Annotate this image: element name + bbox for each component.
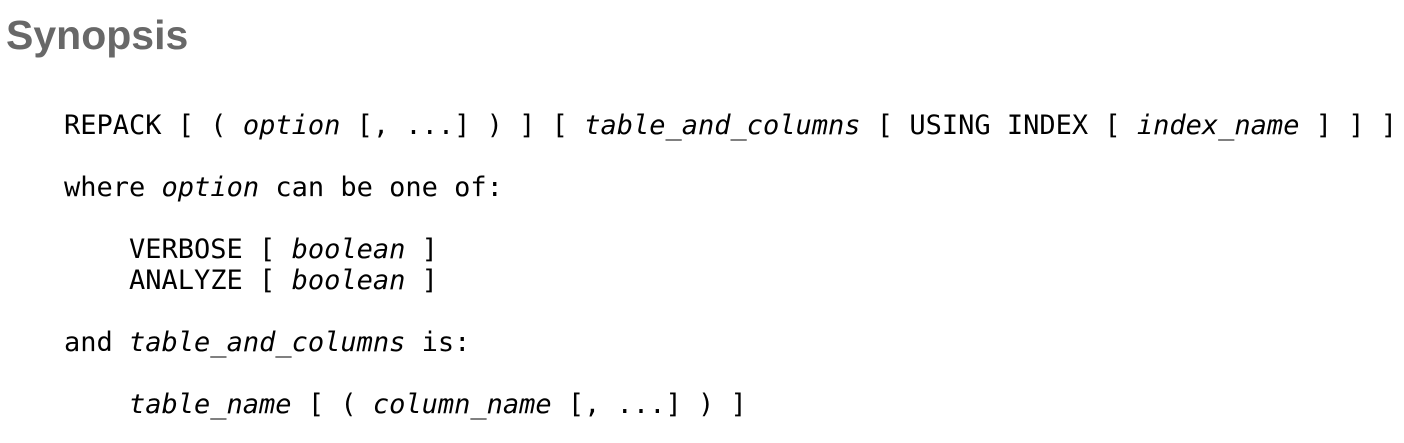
code-text: ] [405, 265, 438, 296]
code-text: VERBOSE [ [129, 234, 292, 265]
section-heading: Synopsis [6, 12, 189, 58]
synopsis-line-table-name: table_name [ ( column_name [, ...] ) ] [64, 389, 1397, 420]
placeholder-option: option [161, 172, 260, 203]
code-text: ANALYZE [ [129, 265, 292, 296]
placeholder-boolean: boolean [291, 234, 406, 265]
code-text: ] [405, 234, 438, 265]
code-text: can be one of: [259, 172, 503, 203]
synopsis-code-block: REPACK [ ( option [, ...] ) ] [ table_an… [64, 110, 1397, 420]
placeholder-boolean: boolean [291, 265, 406, 296]
code-text: ] ] ] [1299, 110, 1397, 141]
placeholder-option: option [242, 110, 341, 141]
placeholder-column-name: column_name [372, 389, 552, 420]
synopsis-line-and-table-and-columns: and table_and_columns is: [64, 327, 1397, 358]
code-text: where [64, 172, 162, 203]
code-text: [ ( [291, 389, 373, 420]
code-text: REPACK [ ( [64, 110, 243, 141]
synopsis-line-where-option: where option can be one of: [64, 172, 1397, 203]
code-text: [, ...] ) ] [ [340, 110, 585, 141]
placeholder-table-and-columns: table_and_columns [584, 110, 861, 141]
placeholder-index-name: index_name [1136, 110, 1300, 141]
synopsis-line-repack: REPACK [ ( option [, ...] ) ] [ table_an… [64, 110, 1397, 141]
synopsis-line-verbose: VERBOSE [ boolean ] [64, 234, 1397, 265]
code-text: and [64, 327, 130, 358]
code-text: [ USING INDEX [ [860, 110, 1137, 141]
code-text: is: [405, 327, 471, 358]
synopsis-line-analyze: ANALYZE [ boolean ] [64, 265, 1397, 296]
code-text: [, ...] ) ] [551, 389, 747, 420]
placeholder-table-name: table_name [129, 389, 292, 420]
placeholder-table-and-columns: table_and_columns [129, 327, 406, 358]
